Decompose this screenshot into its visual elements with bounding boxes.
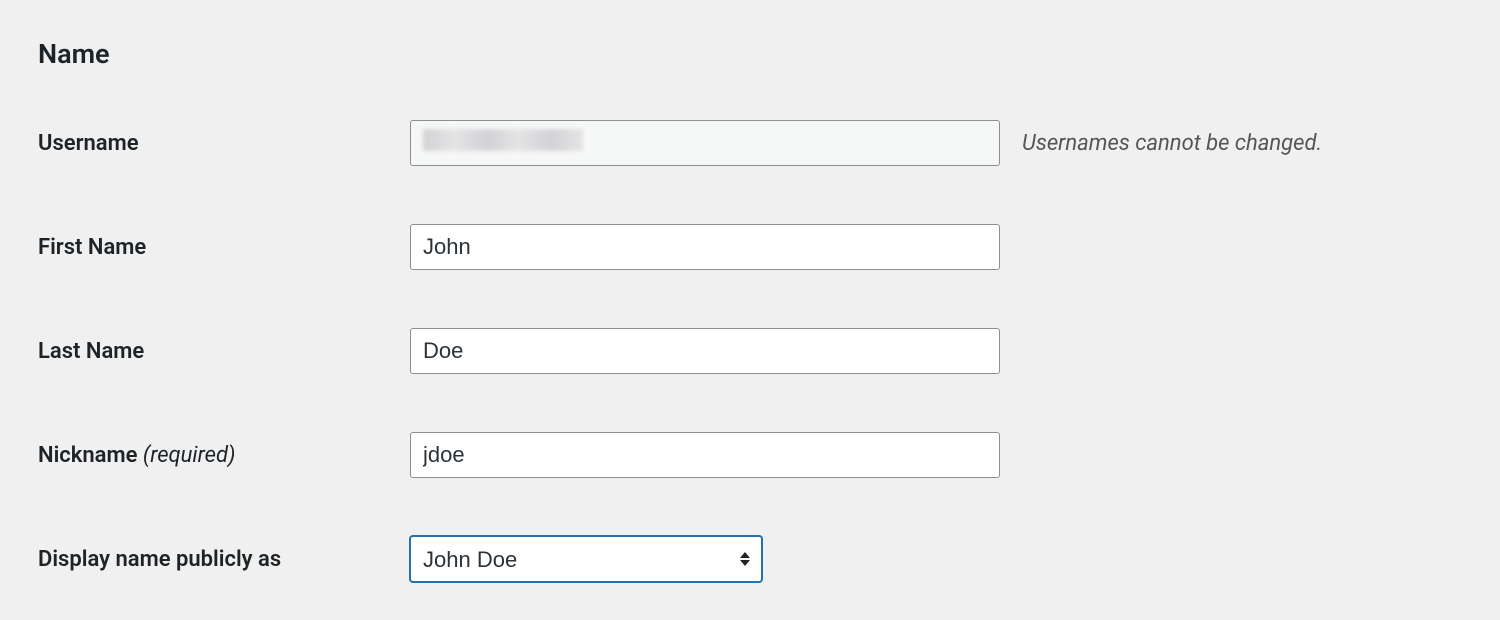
nickname-required-note: (required)	[143, 443, 236, 468]
first-name-field[interactable]	[410, 224, 1000, 270]
display-name-select[interactable]: John Doe	[410, 536, 762, 582]
nickname-label-text: Nickname	[38, 443, 137, 468]
first-name-row: First Name	[38, 224, 1462, 270]
last-name-label: Last Name	[38, 339, 410, 364]
nickname-label: Nickname (required)	[38, 443, 410, 468]
last-name-row: Last Name	[38, 328, 1462, 374]
username-field	[410, 120, 1000, 166]
nickname-field[interactable]	[410, 432, 1000, 478]
section-title: Name	[38, 38, 1462, 70]
last-name-field[interactable]	[410, 328, 1000, 374]
username-description: Usernames cannot be changed.	[1022, 131, 1322, 156]
username-blurred-value	[423, 129, 583, 151]
display-name-row: Display name publicly as John Doe	[38, 536, 1462, 582]
nickname-row: Nickname (required)	[38, 432, 1462, 478]
first-name-label: First Name	[38, 235, 410, 260]
display-name-label: Display name publicly as	[38, 547, 410, 572]
username-row: Username Usernames cannot be changed.	[38, 120, 1462, 166]
username-label: Username	[38, 131, 410, 156]
